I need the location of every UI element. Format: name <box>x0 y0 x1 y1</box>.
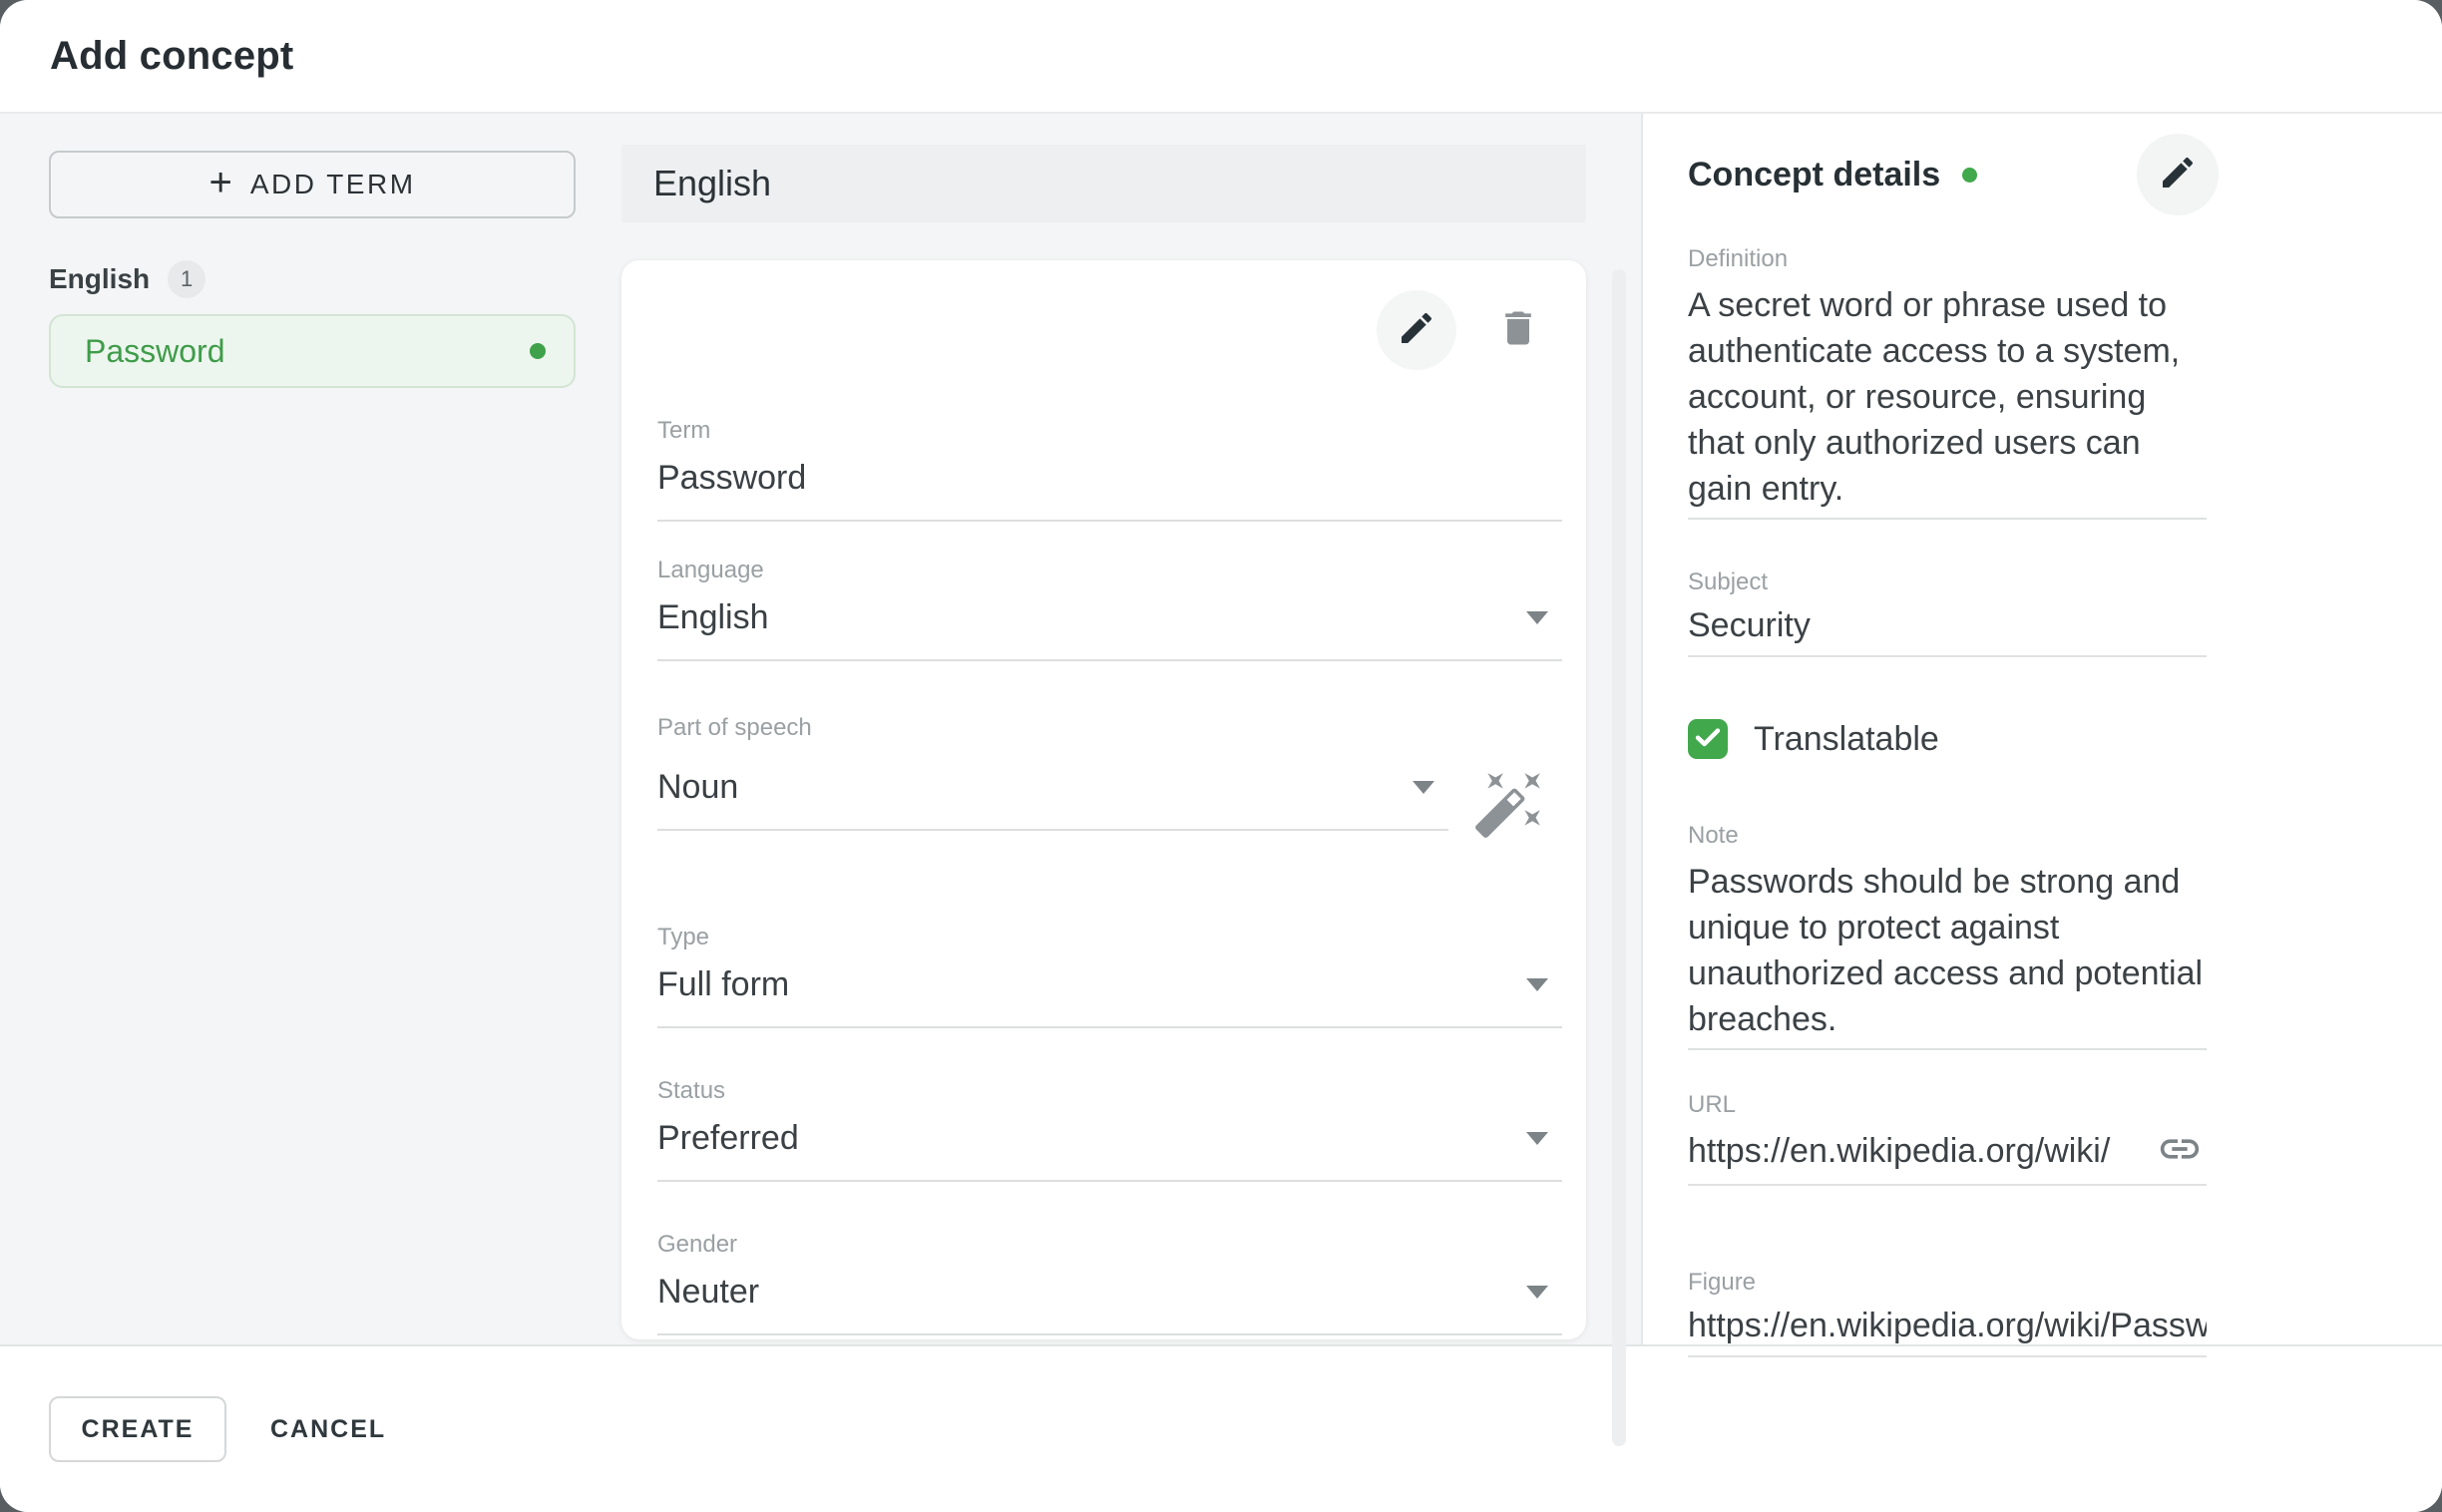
link-icon <box>2157 1126 2203 1177</box>
chevron-down-icon <box>1526 978 1548 991</box>
translatable-label: Translatable <box>1754 720 1939 759</box>
term-editor-header: English <box>621 145 1586 222</box>
definition-field: Definition A secret word or phrase used … <box>1688 244 2207 520</box>
auto-detect-button[interactable] <box>1472 769 1546 843</box>
subject-field: Subject Security <box>1688 567 2207 657</box>
language-group-header: English 1 <box>49 260 621 298</box>
definition-label: Definition <box>1688 244 2207 274</box>
translatable-checkbox[interactable] <box>1688 719 1728 759</box>
pencil-icon <box>1397 308 1436 353</box>
terms-sidebar: + ADD TERM English 1 Password <box>0 114 621 1344</box>
edit-concept-button[interactable] <box>2137 134 2219 215</box>
vertical-scrollbar[interactable] <box>1612 269 1626 1446</box>
term-list-item[interactable]: Password <box>49 314 576 388</box>
status-select[interactable]: Preferred <box>657 1118 1562 1182</box>
figure-label: Figure <box>1688 1268 2207 1298</box>
note-field: Note Passwords should be strong and uniq… <box>1688 821 2207 1050</box>
concept-details-panel: Concept details Definition A secret word… <box>1641 114 2442 1344</box>
term-editor: English <box>621 114 1641 1344</box>
concept-details-title: Concept details <box>1688 156 1940 194</box>
chevron-down-icon <box>1413 781 1434 794</box>
url-value: https://en.wikipedia.org/wiki/ <box>1688 1131 2110 1171</box>
concept-details-header: Concept details <box>1688 134 2219 215</box>
add-term-label: ADD TERM <box>250 169 416 200</box>
chevron-down-icon <box>1526 611 1548 624</box>
gender-select[interactable]: Neuter <box>657 1272 1562 1335</box>
dialog-footer: CREATE CANCEL <box>0 1344 2442 1512</box>
part-of-speech-select[interactable]: Noun <box>657 767 1448 831</box>
open-link-button[interactable] <box>2157 1128 2203 1174</box>
url-field: URL https://en.wikipedia.org/wiki/ <box>1688 1090 2207 1186</box>
language-select[interactable]: English <box>657 597 1562 661</box>
subject-label: Subject <box>1688 567 2207 597</box>
plus-icon: + <box>208 163 231 202</box>
dialog-body: + ADD TERM English 1 Password English <box>0 114 2442 1344</box>
term-input-value: Password <box>657 458 806 498</box>
url-label: URL <box>1688 1090 2207 1120</box>
add-term-button[interactable]: + ADD TERM <box>49 151 576 218</box>
checkmark-icon <box>1691 720 1725 759</box>
field-status: Status Preferred <box>657 1076 1546 1182</box>
definition-value: A secret word or phrase used to authenti… <box>1688 282 2207 520</box>
field-gender: Gender Neuter <box>657 1230 1546 1335</box>
dialog-header: Add concept <box>0 0 2442 114</box>
figure-value[interactable]: https://en.wikipedia.org/wiki/Password <box>1688 1306 2207 1357</box>
note-value: Passwords should be strong and unique to… <box>1688 859 2207 1050</box>
field-gender-label: Gender <box>657 1230 1546 1260</box>
language-select-value: English <box>657 597 769 637</box>
cancel-button[interactable]: CANCEL <box>260 1415 396 1444</box>
field-term-label: Term <box>657 416 1546 446</box>
language-group-label: English <box>49 263 150 295</box>
term-status-dot <box>530 343 546 359</box>
delete-term-button[interactable] <box>1490 302 1546 358</box>
edit-term-button[interactable] <box>1377 290 1456 370</box>
concept-status-dot <box>1962 168 1977 183</box>
create-button[interactable]: CREATE <box>49 1396 226 1462</box>
term-input[interactable]: Password <box>657 458 1562 522</box>
status-select-value: Preferred <box>657 1118 799 1158</box>
field-language-label: Language <box>657 556 1546 585</box>
magic-wand-icon <box>1472 767 1546 846</box>
term-fields: Term Password Language English Part <box>657 416 1546 1335</box>
field-part-of-speech: Part of speech Noun <box>657 713 1546 843</box>
gender-select-value: Neuter <box>657 1272 759 1312</box>
field-type: Type Full form <box>657 923 1546 1028</box>
trash-icon <box>1496 306 1540 355</box>
add-concept-dialog: Add concept + ADD TERM English 1 Passwor… <box>0 0 2442 1512</box>
type-select-value: Full form <box>657 964 789 1004</box>
term-count-badge: 1 <box>168 260 205 298</box>
field-language: Language English <box>657 556 1546 661</box>
term-card: Term Password Language English Part <box>621 260 1586 1339</box>
field-type-label: Type <box>657 923 1546 952</box>
subject-value: Security <box>1688 605 2207 657</box>
term-list-item-label: Password <box>85 333 225 370</box>
chevron-down-icon <box>1526 1286 1548 1299</box>
translatable-row: Translatable <box>1688 719 2207 759</box>
field-status-label: Status <box>657 1076 1546 1106</box>
field-term: Term Password <box>657 416 1546 522</box>
chevron-down-icon <box>1526 1132 1548 1145</box>
pencil-icon <box>2158 153 2198 197</box>
url-input[interactable]: https://en.wikipedia.org/wiki/ <box>1688 1128 2207 1186</box>
page-title: Add concept <box>50 34 293 79</box>
term-editor-language-label: English <box>653 163 771 204</box>
figure-field: Figure https://en.wikipedia.org/wiki/Pas… <box>1688 1268 2207 1357</box>
term-card-actions <box>657 290 1546 370</box>
type-select[interactable]: Full form <box>657 964 1562 1028</box>
field-part-of-speech-label: Part of speech <box>657 713 1546 743</box>
part-of-speech-select-value: Noun <box>657 767 738 807</box>
note-label: Note <box>1688 821 2207 851</box>
